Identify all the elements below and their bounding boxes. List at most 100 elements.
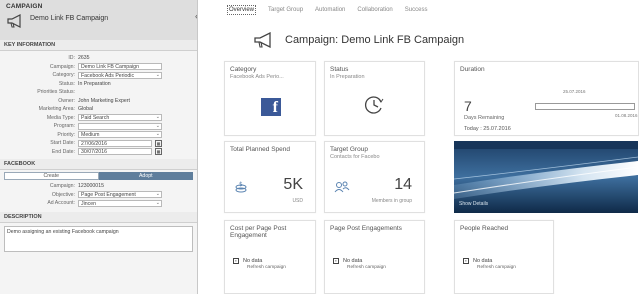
campaign-identity: Demo Link FB Campaign [6, 14, 191, 28]
chevron-down-icon: ⌄ [155, 199, 160, 206]
cost-per-engagement-tile[interactable]: Cost per Page Post Engagement ▪ No data … [224, 220, 316, 294]
duration-progress-bar [535, 103, 635, 110]
tab-target-group[interactable]: Target Group [268, 7, 303, 13]
fb-campaign-id: 123000015 [78, 183, 104, 190]
members-label: Members in group [371, 198, 412, 204]
page-title-row: Campaign: Demo Link FB Campaign [253, 32, 464, 48]
tile-title: Cost per Page Post Engagement [230, 225, 287, 239]
priority-select[interactable]: Medium ⌄ [78, 131, 162, 139]
facebook-heading: FACEBOOK [0, 159, 197, 170]
description-heading: DESCRIPTION [0, 211, 197, 223]
tab-automation[interactable]: Automation [315, 7, 345, 13]
campaign-name-input[interactable]: Demo Link FB Campaign [78, 63, 162, 71]
group-icon [334, 181, 350, 193]
status-value: In Preparation [78, 80, 111, 87]
svg-text:$: $ [239, 181, 243, 188]
refresh-campaign-link[interactable]: Refresh campaign [477, 265, 516, 271]
days-remaining-label: Days Remaining [464, 115, 505, 121]
owner-value: John Marketing Expert [78, 97, 130, 104]
ad-account-select[interactable]: Jincen ⌄ [78, 199, 162, 207]
facebook-mode-tabs: Create Adopt [4, 172, 193, 180]
clock-icon [365, 96, 384, 114]
chevron-down-icon: ⌄ [155, 191, 160, 198]
duration-tile[interactable]: Duration 25.07.2016 01.08.2016 7 Days Re… [454, 61, 639, 136]
calendar-icon[interactable]: ▦ [155, 139, 162, 147]
start-date-input[interactable]: 27/06/2016 [78, 139, 152, 147]
description-textarea[interactable]: Demo assigning an existing Facebook camp… [4, 225, 193, 252]
field-priority: Priority: Medium ⌄ [57, 131, 162, 139]
media-type-select[interactable]: Paid Search ⌄ [78, 114, 162, 122]
days-remaining-value: 7 [464, 98, 472, 114]
tile-title: Duration [460, 66, 485, 73]
page-title: Campaign: Demo Link FB Campaign [285, 34, 465, 46]
no-data-indicator: ▪ No data Refresh campaign [233, 258, 286, 271]
facebook-logo-icon: f [261, 98, 281, 116]
chevron-down-icon: ⌄ [155, 114, 160, 121]
field-campaign: Campaign: Demo Link FB Campaign [0, 63, 197, 72]
tab-collaboration[interactable]: Collaboration [357, 7, 392, 13]
people-reached-tile[interactable]: People Reached ▪ No data Refresh campaig… [454, 220, 554, 294]
campaign-name: Demo Link FB Campaign [30, 14, 109, 22]
side-panel-title: CAMPAIGN [6, 3, 43, 10]
show-details-link[interactable]: Show Details [459, 201, 488, 207]
category-select[interactable]: Facebook Ads Periodic ⌄ [78, 71, 162, 79]
tile-title: Target Group [330, 146, 368, 153]
duration-end-date: 01.08.2016 [615, 113, 638, 118]
key-information-fields: ID: 2635 Campaign: Demo Link FB Campaign… [0, 51, 197, 156]
planned-spend-value: 5K [283, 176, 303, 193]
tile-subtitle: Contacts for Facebo [330, 154, 380, 160]
coins-icon: $ [235, 181, 247, 193]
chevron-down-icon: ⌄ [155, 131, 160, 138]
overview-tabs: Overview Target Group Automation Collabo… [203, 0, 639, 20]
end-date-input[interactable]: 30/07/2016 [78, 148, 152, 156]
duration-start-date: 25.07.2016 [563, 89, 586, 94]
field-ad-account: Ad Account: Jincen ⌄ [47, 199, 162, 207]
field-marketing-area: Marketing Area: Global [38, 106, 93, 113]
field-id: ID: 2635 [68, 55, 90, 62]
campaign-id: 2635 [78, 55, 90, 62]
chevron-down-icon: ⌄ [155, 71, 160, 78]
refresh-campaign-link[interactable]: Refresh campaign [247, 265, 286, 271]
field-owner: Owner: John Marketing Expert [58, 97, 130, 104]
side-panel-header: CAMPAIGN Demo Link FB Campaign ‹ [0, 0, 197, 40]
category-tile[interactable]: Category Facebook Ads Perio... f [224, 61, 316, 136]
page-post-engagements-tile[interactable]: Page Post Engagements ▪ No data Refresh … [324, 220, 425, 294]
tab-overview[interactable]: Overview [227, 5, 257, 15]
field-objective: Objective: Page Post Engagement ⌄ [51, 191, 162, 199]
campaign-overview: Overview Target Group Automation Collabo… [203, 0, 639, 294]
field-start-date: Start Date: 27/06/2016 ▦ [50, 139, 162, 147]
calendar-icon[interactable]: ▦ [155, 148, 162, 156]
facebook-fields: Campaign: 123000015 Objective: Page Post… [0, 182, 197, 208]
tile-subtitle: Facebook Ads Perio... [230, 74, 284, 80]
megaphone-icon [7, 14, 21, 28]
field-status: Status: In Preparation [58, 80, 111, 87]
field-end-date: End Date: 30/07/2016 ▦ [51, 148, 162, 156]
tile-subtitle: In Preparation [330, 74, 365, 80]
target-group-tile[interactable]: Target Group Contacts for Facebo 14 Memb… [324, 141, 425, 213]
app-window: CAMPAIGN Demo Link FB Campaign ‹ KEY INF… [0, 0, 639, 294]
tab-adopt[interactable]: Adopt [98, 172, 193, 180]
chevron-left-icon[interactable]: ‹ [195, 11, 197, 21]
field-fb-campaign: Campaign: 123000015 [49, 183, 104, 190]
tile-title: Status [330, 66, 349, 73]
status-tile[interactable]: Status In Preparation [324, 61, 425, 136]
planned-spend-tile[interactable]: Total Planned Spend $ 5K USD [224, 141, 316, 213]
planned-spend-unit: USD [292, 198, 303, 204]
objective-select[interactable]: Page Post Engagement ⌄ [78, 191, 162, 199]
key-information-heading: KEY INFORMATION [0, 40, 197, 51]
chevron-down-icon: ⌄ [155, 122, 160, 129]
field-media-type: Media Type: Paid Search ⌄ [46, 114, 162, 122]
refresh-campaign-link[interactable]: Refresh campaign [347, 265, 386, 271]
campaign-image-tile[interactable]: Show Details [454, 141, 638, 213]
tab-success[interactable]: Success [405, 7, 428, 13]
field-priorities-status: Priorities Status: [37, 89, 75, 96]
no-data-indicator: ▪ No data Refresh campaign [333, 258, 386, 271]
campaign-side-panel: CAMPAIGN Demo Link FB Campaign ‹ KEY INF… [0, 0, 198, 294]
tile-title: Page Post Engagements [330, 225, 402, 232]
tab-create[interactable]: Create [4, 172, 99, 180]
program-select[interactable]: ⌄ [78, 122, 162, 130]
today-date: Today : 25.07.2016 [464, 126, 511, 132]
tile-title: Category [230, 66, 257, 73]
no-data-indicator: ▪ No data Refresh campaign [463, 258, 516, 271]
field-category: Category: Facebook Ads Periodic ⌄ [52, 71, 162, 79]
